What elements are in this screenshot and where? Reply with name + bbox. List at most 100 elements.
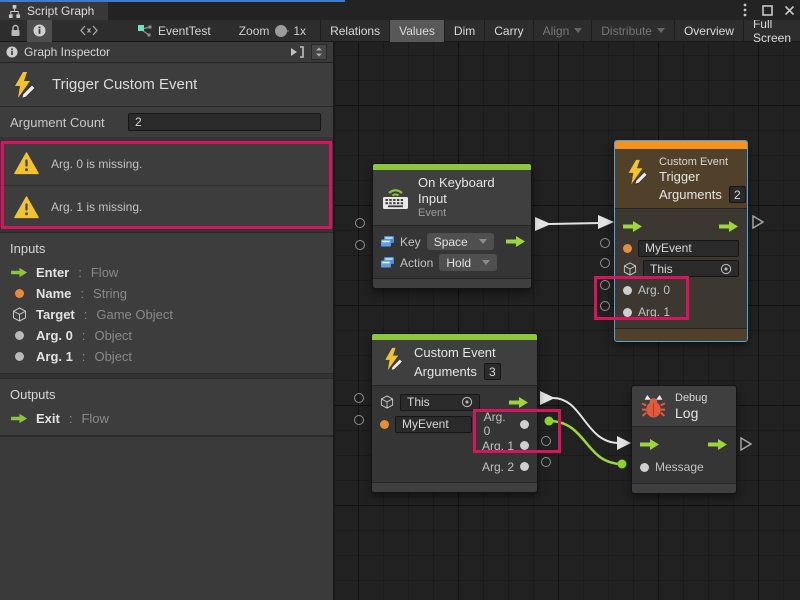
arg2-out-port[interactable] (520, 462, 529, 471)
flow-in-port[interactable] (640, 438, 660, 451)
node-trigger-custom-event[interactable]: Custom Event Trigger Arguments 2 (614, 140, 748, 342)
arguments-label: Arguments (414, 364, 477, 380)
node-footer (615, 328, 747, 341)
port-row-arg1: Arg. 1:Object (0, 346, 333, 367)
message-port[interactable] (640, 463, 649, 472)
node-subtitle: Event (418, 207, 522, 220)
tab-script-graph[interactable]: Script Graph (0, 2, 108, 20)
arguments-count-field[interactable]: 2 (729, 186, 746, 203)
wire-end-dot (618, 460, 627, 469)
arg1-port[interactable] (623, 308, 632, 317)
wire-arg0-to-message (549, 421, 622, 464)
panel-spinner[interactable] (311, 44, 327, 60)
event-name-field[interactable]: MyEvent (638, 240, 739, 257)
node-category: Custom Event (659, 155, 746, 169)
arg1-out-port[interactable] (520, 441, 529, 450)
action-dropdown[interactable]: Hold (439, 254, 497, 271)
arg1-label: Arg. 1 (482, 439, 514, 453)
event-name-field[interactable]: MyEvent (395, 416, 472, 433)
node-on-keyboard-input[interactable]: On Keyboard Input Event Key Space (372, 163, 532, 289)
arg0-label: Arg. 0 (484, 410, 514, 438)
object-picker-icon[interactable] (461, 396, 473, 408)
tab-label: Script Graph (27, 4, 94, 18)
arg2-outer-port[interactable] (541, 457, 551, 467)
argument-count-field[interactable]: 2 (128, 113, 321, 131)
relations-button[interactable]: Relations (320, 20, 389, 42)
graph-breadcrumb[interactable]: EventTest (138, 24, 211, 38)
distribute-dropdown[interactable]: Distribute (591, 20, 674, 42)
name-in-port[interactable] (600, 238, 610, 248)
dim-button[interactable]: Dim (444, 20, 484, 42)
name-port[interactable] (380, 420, 389, 429)
align-dropdown[interactable]: Align (533, 20, 592, 42)
port-row-enter: Enter:Flow (0, 262, 333, 283)
name-port[interactable] (623, 244, 632, 253)
warning-row: Arg. 1 is missing. (0, 185, 333, 228)
target-field[interactable]: This (400, 394, 480, 411)
target-field[interactable]: This (643, 260, 739, 277)
target-port-cube-icon[interactable] (380, 395, 394, 409)
code-preview-button[interactable] (74, 20, 104, 42)
node-footer (373, 278, 531, 288)
name-in-port[interactable] (354, 415, 364, 425)
key-dropdown[interactable]: Space (427, 233, 494, 250)
graph-inspector-header: Graph Inspector (0, 42, 333, 63)
target-port-cube-icon[interactable] (623, 262, 637, 276)
values-button[interactable]: Values (389, 20, 444, 42)
arg0-out-port[interactable] (520, 420, 529, 429)
arg1-in-port[interactable] (600, 301, 610, 311)
flow-continue-triangle (752, 215, 764, 234)
node-custom-event[interactable]: Custom Event Arguments 3 This (371, 333, 538, 493)
target-in-port[interactable] (354, 393, 364, 403)
custom-event-icon (381, 347, 405, 371)
port-row-arg0: Arg. 0:Object (0, 325, 333, 346)
flow-in-port[interactable] (623, 220, 643, 233)
object-picker-icon[interactable] (720, 263, 732, 275)
wire-keyboard-to-trigger (549, 223, 601, 224)
port-row-name: Name:String (0, 283, 333, 304)
zoom-slider[interactable] (279, 20, 289, 42)
arg0-port[interactable] (623, 286, 632, 295)
flow-out-port[interactable] (509, 396, 529, 409)
inspector-toggle-button[interactable] (27, 20, 52, 42)
wire-start-arrow (540, 391, 555, 405)
target-in-port[interactable] (600, 258, 610, 268)
node-title: Custom Event (414, 345, 501, 361)
message-label: Message (655, 460, 704, 474)
overview-button[interactable]: Overview (674, 20, 743, 42)
zoom-slider-knob[interactable] (275, 25, 287, 37)
arguments-count-field[interactable]: 3 (484, 363, 501, 380)
flow-out-port[interactable] (719, 220, 739, 233)
close-icon[interactable] (782, 3, 796, 17)
info-icon (33, 24, 46, 37)
key-in-port[interactable] (355, 218, 365, 228)
dock-panel-icon[interactable] (290, 46, 305, 58)
flow-out-port[interactable] (506, 235, 526, 248)
graph-canvas[interactable]: On Keyboard Input Event Key Space (335, 42, 800, 600)
lock-button[interactable] (4, 20, 27, 42)
bug-icon (641, 394, 666, 419)
flow-continue-triangle (740, 437, 752, 456)
action-in-port[interactable] (355, 240, 365, 250)
warning-icon (14, 196, 39, 219)
script-graph-icon (8, 5, 21, 18)
chevron-down-icon (657, 28, 665, 33)
arg0-in-port[interactable] (600, 280, 610, 290)
window-controls (738, 0, 796, 20)
string-port-icon (10, 289, 28, 298)
menu-kebab-icon[interactable] (738, 3, 752, 17)
full-screen-button[interactable]: Full Screen (743, 20, 800, 42)
distribute-label: Distribute (601, 24, 652, 38)
maximize-icon[interactable] (760, 3, 774, 17)
zoom-label: Zoom (239, 24, 270, 38)
custom-event-trigger-icon (10, 71, 38, 99)
carry-button[interactable]: Carry (484, 20, 532, 42)
arguments-label: Arguments (659, 187, 722, 203)
arg0-label: Arg. 0 (638, 283, 670, 297)
lock-icon (10, 24, 21, 37)
flow-out-port[interactable] (708, 438, 728, 451)
node-debug-log[interactable]: Debug Log Message (631, 385, 737, 494)
custom-event-trigger-icon (624, 159, 650, 185)
port-row-target: Target:Game Object (0, 304, 333, 325)
arg1-outer-port[interactable] (541, 436, 551, 446)
